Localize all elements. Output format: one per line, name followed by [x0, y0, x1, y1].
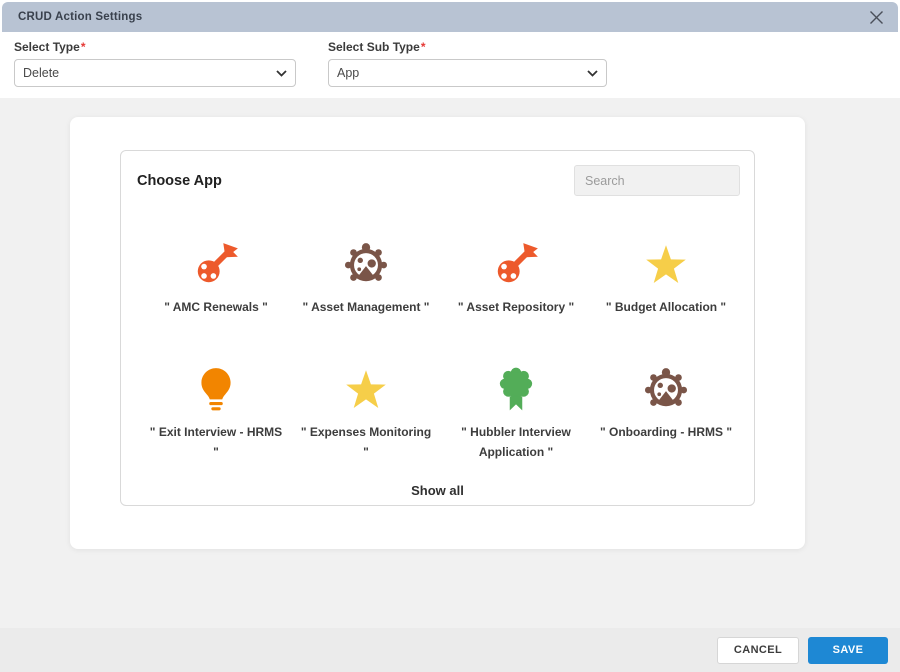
cancel-button[interactable]: CANCEL [717, 636, 799, 664]
app-item[interactable]: " AMC Renewals " [141, 239, 291, 364]
close-icon[interactable] [864, 5, 888, 29]
select-type-dropdown[interactable]: Delete [14, 59, 296, 87]
app-label: " Onboarding - HRMS " [599, 425, 733, 439]
app-item[interactable]: " Expenses Monitoring " [291, 364, 441, 489]
select-sub-type-field: Select Sub Type* App [328, 40, 607, 87]
select-type-label: Select Type* [14, 40, 86, 54]
key-icon [491, 239, 541, 289]
app-label: " Asset Management " [302, 300, 430, 314]
app-item[interactable]: " Asset Repository " [441, 239, 591, 364]
select-sub-type-select[interactable]: App [328, 59, 607, 87]
app-item[interactable]: " Exit Interview - HRMS " [141, 364, 291, 489]
app-label: " Hubbler Interview Application " [461, 425, 571, 459]
select-sub-type-dropdown[interactable]: App [328, 59, 607, 87]
app-list-header: Choose App [121, 151, 754, 209]
app-label: " AMC Renewals " [164, 300, 268, 314]
app-grid: " AMC Renewals " " Asset Management " " … [141, 239, 741, 489]
select-type-field: Select Type* Delete [14, 40, 296, 87]
save-button[interactable]: SAVE [808, 636, 888, 664]
app-item[interactable]: " Onboarding - HRMS " [591, 364, 741, 489]
required-asterisk: * [420, 40, 426, 54]
star-icon [641, 239, 691, 289]
required-asterisk: * [80, 40, 86, 54]
search-input[interactable] [574, 165, 740, 196]
app-label: " Exit Interview - HRMS " [149, 425, 283, 459]
show-all-link[interactable]: Show all [121, 483, 754, 498]
app-label: " Budget Allocation " [605, 300, 727, 314]
app-chooser-card: Choose App " AMC Renewals " " Asset Mana… [70, 117, 805, 549]
badge-icon [491, 364, 541, 414]
modal-body: Choose App " AMC Renewals " " Asset Mana… [0, 98, 900, 628]
app-list-panel: Choose App " AMC Renewals " " Asset Mana… [120, 150, 755, 506]
modal-title: CRUD Action Settings [18, 11, 143, 23]
modal-header: CRUD Action Settings [2, 2, 898, 32]
bug-icon [641, 364, 691, 414]
key-icon [191, 239, 241, 289]
crud-action-settings-modal: CRUD Action Settings Select Type* Delete [0, 0, 900, 672]
choose-app-heading: Choose App [137, 173, 222, 189]
app-item[interactable]: " Asset Management " [291, 239, 441, 364]
select-type-select[interactable]: Delete [14, 59, 296, 87]
app-item[interactable]: " Hubbler Interview Application " [441, 364, 591, 489]
app-label: " Expenses Monitoring " [300, 425, 432, 459]
select-sub-type-label: Select Sub Type* [328, 40, 426, 54]
filter-row: Select Type* Delete Select Sub Type* App [0, 32, 900, 98]
bug-icon [341, 239, 391, 289]
app-item[interactable]: " Budget Allocation " [591, 239, 741, 364]
star-icon [341, 364, 391, 414]
modal-footer: CANCEL SAVE [0, 628, 900, 672]
app-label: " Asset Repository " [457, 300, 575, 314]
lightbulb-icon [191, 364, 241, 414]
